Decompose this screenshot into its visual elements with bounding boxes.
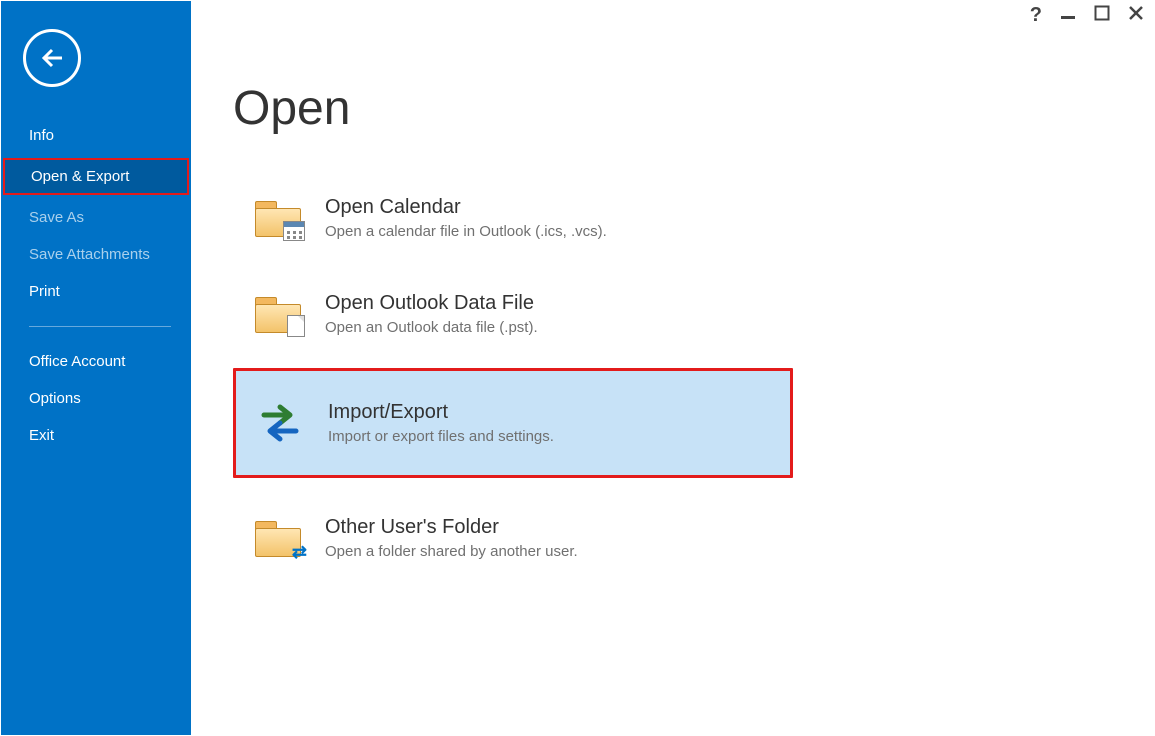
- sidebar-item-open-export[interactable]: Open & Export: [3, 158, 189, 195]
- back-button[interactable]: [23, 29, 81, 87]
- sidebar-item-print[interactable]: Print: [1, 273, 191, 310]
- option-desc: Open a folder shared by another user.: [325, 543, 578, 560]
- sidebar-item-office-account[interactable]: Office Account: [1, 343, 191, 380]
- import-export-icon: [252, 399, 308, 447]
- option-title: Open Calendar: [325, 196, 607, 219]
- folder-calendar-icon: [249, 194, 305, 242]
- option-open-data-file[interactable]: Open Outlook Data File Open an Outlook d…: [233, 272, 793, 356]
- sidebar-divider: [29, 326, 171, 327]
- sidebar-item-info[interactable]: Info: [1, 117, 191, 154]
- option-title: Import/Export: [328, 401, 554, 424]
- option-title: Open Outlook Data File: [325, 292, 538, 315]
- sidebar-item-options[interactable]: Options: [1, 380, 191, 417]
- backstage-sidebar: Info Open & Export Save As Save Attachme…: [1, 1, 193, 735]
- sidebar-item-save-attachments[interactable]: Save Attachments: [1, 236, 191, 273]
- outlook-backstage-window: ? Info Open & Export Save As Save Attach…: [0, 0, 1155, 736]
- option-desc: Open a calendar file in Outlook (.ics, .…: [325, 223, 607, 240]
- option-import-export[interactable]: Import/Export Import or export files and…: [233, 368, 793, 478]
- sidebar-item-save-as[interactable]: Save As: [1, 199, 191, 236]
- page-title: Open: [233, 81, 1114, 136]
- folder-share-icon: ⇄: [249, 514, 305, 562]
- sidebar-item-exit[interactable]: Exit: [1, 417, 191, 454]
- option-other-users-folder[interactable]: ⇄ Other User's Folder Open a folder shar…: [233, 496, 793, 580]
- option-title: Other User's Folder: [325, 516, 578, 539]
- option-open-calendar[interactable]: Open Calendar Open a calendar file in Ou…: [233, 176, 793, 260]
- backstage-main-pane: Open Open Calendar Open a calendar file …: [193, 1, 1154, 735]
- folder-page-icon: [249, 290, 305, 338]
- option-desc: Open an Outlook data file (.pst).: [325, 319, 538, 336]
- option-desc: Import or export files and settings.: [328, 428, 554, 445]
